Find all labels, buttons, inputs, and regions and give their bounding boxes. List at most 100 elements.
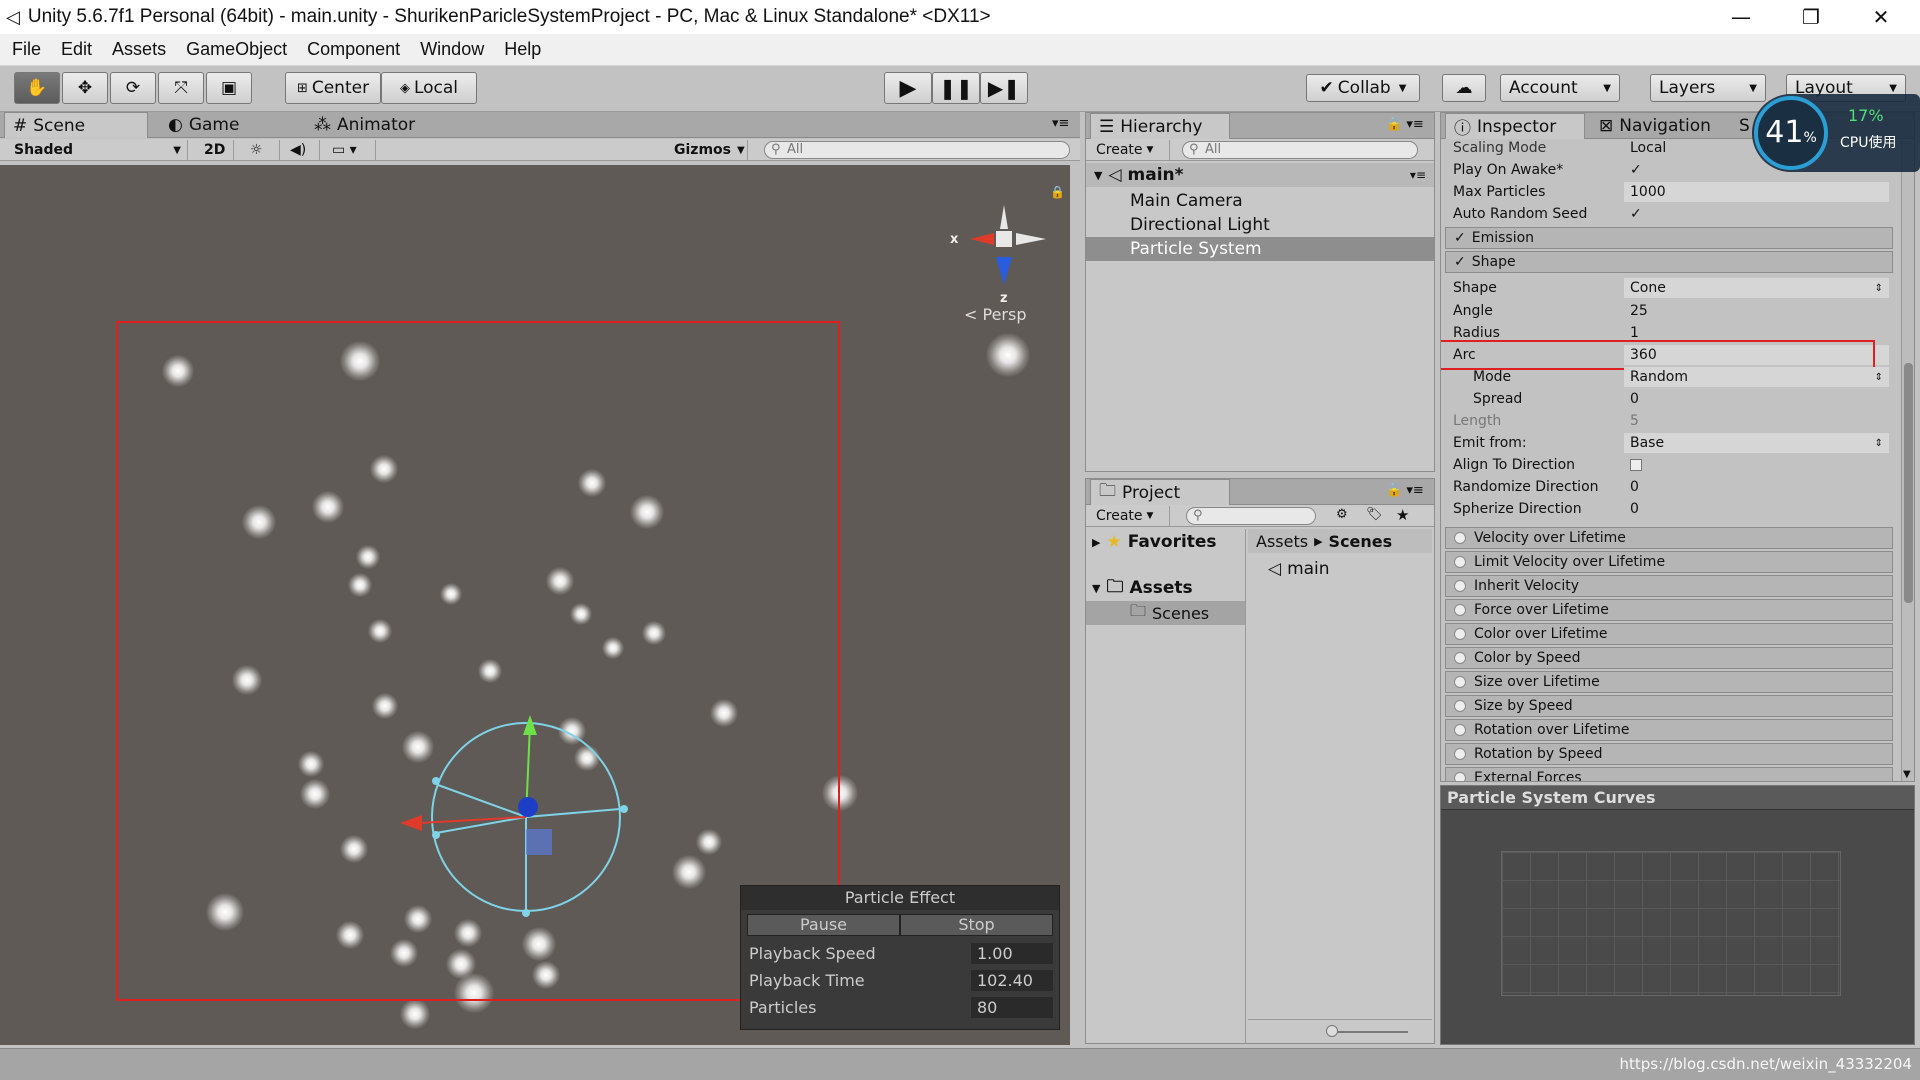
module-toggle-icon[interactable] [1454, 628, 1466, 640]
tab-inspector[interactable]: ⓘ Inspector [1445, 113, 1585, 139]
randomize-direction-field[interactable]: 0 [1624, 477, 1889, 497]
close-button[interactable]: ✕ [1852, 0, 1910, 34]
tab-animator[interactable]: ⁂ Animator [306, 112, 456, 138]
module-toggle-icon[interactable] [1454, 580, 1466, 592]
module-toggle-icon[interactable] [1454, 532, 1466, 544]
emit-from-dropdown[interactable]: Base ⇕ [1624, 433, 1889, 453]
module-size-over-lifetime[interactable]: Size over Lifetime [1445, 671, 1893, 693]
asset-main-scene[interactable]: ◁ main [1256, 557, 1330, 581]
tab-hierarchy[interactable]: ☰ Hierarchy [1090, 113, 1230, 139]
tab-project[interactable]: 🗀 Project [1090, 479, 1230, 505]
scroll-down-icon[interactable]: ▼ [1903, 769, 1911, 780]
hierarchy-create-dropdown[interactable]: Create ▼ [1090, 140, 1170, 160]
hierarchy-item-directional-light[interactable]: Directional Light [1086, 213, 1434, 237]
tab-game[interactable]: ◐ Game [160, 112, 270, 138]
lighting-icon[interactable]: ☼ [244, 140, 280, 160]
module-color-over-lifetime[interactable]: Color over Lifetime [1445, 623, 1893, 645]
module-rotation-over-lifetime[interactable]: Rotation over Lifetime [1445, 719, 1893, 741]
particle-stop-button[interactable]: Stop [900, 914, 1053, 936]
curves-graph[interactable] [1501, 851, 1841, 996]
module-toggle-icon[interactable] [1454, 724, 1466, 736]
spherize-direction-field[interactable]: 0 [1624, 499, 1889, 519]
effects-icon[interactable]: ▭ ▾ [326, 140, 376, 160]
hierarchy-item-particle-system[interactable]: Particle System [1086, 237, 1434, 261]
auto-random-seed-checkbox[interactable]: ✓ [1624, 204, 1889, 224]
module-toggle-icon[interactable] [1454, 652, 1466, 664]
shading-dropdown[interactable]: Shaded ▼ [8, 140, 188, 160]
shape-section[interactable]: ✓ Shape [1445, 251, 1893, 273]
spread-field[interactable]: 0 [1624, 389, 1889, 409]
module-toggle-icon[interactable] [1454, 556, 1466, 568]
hand-tool-icon[interactable]: ✋ [14, 72, 60, 104]
module-size-by-speed[interactable]: Size by Speed [1445, 695, 1893, 717]
playback-time-field[interactable]: 102.40 [971, 970, 1053, 991]
particle-pause-button[interactable]: Pause [747, 914, 900, 936]
menu-edit[interactable]: Edit [61, 39, 92, 60]
menu-component[interactable]: Component [307, 39, 400, 60]
menu-gameobject[interactable]: GameObject [186, 39, 287, 60]
menu-assets[interactable]: Assets [112, 39, 166, 60]
emission-section[interactable]: ✓ Emission [1445, 227, 1893, 249]
rect-tool-icon[interactable]: ▣ [206, 72, 252, 104]
module-toggle-icon[interactable] [1454, 748, 1466, 760]
space-local-button[interactable]: ◈ Local [381, 72, 477, 104]
layers-dropdown[interactable]: Layers ▼ [1650, 74, 1766, 102]
module-toggle-icon[interactable] [1454, 772, 1466, 781]
orientation-gizmo[interactable]: x z [950, 195, 1060, 305]
breadcrumb-scenes[interactable]: Scenes [1329, 532, 1393, 551]
persp-label[interactable]: < Persp [964, 305, 1027, 324]
module-external-forces[interactable]: External Forces [1445, 767, 1893, 781]
filter-label-icon[interactable]: 🏷 [1366, 507, 1383, 522]
module-color-by-speed[interactable]: Color by Speed [1445, 647, 1893, 669]
project-create-dropdown[interactable]: Create ▼ [1090, 506, 1170, 526]
hierarchy-item-main-camera[interactable]: Main Camera [1086, 189, 1434, 213]
account-dropdown[interactable]: Account ▼ [1500, 74, 1620, 102]
pause-button[interactable]: ❚❚ [932, 72, 980, 104]
mode-dropdown[interactable]: Random ⇕ [1624, 367, 1889, 387]
scale-tool-icon[interactable]: ⤧ [158, 72, 204, 104]
scene-search-input[interactable]: ⚲ All [764, 141, 1070, 159]
gizmos-dropdown[interactable]: Gizmos ▼ [668, 140, 748, 160]
menu-window[interactable]: Window [420, 39, 484, 60]
assets-folder-item[interactable]: ▼ 🗀 Assets [1086, 575, 1245, 601]
move-tool-icon[interactable]: ✥ [62, 72, 108, 104]
toggle-2d-button[interactable]: 2D [198, 140, 234, 160]
tab-scene[interactable]: # Scene [4, 112, 148, 138]
favorites-item[interactable]: ▶ ★ Favorites [1086, 529, 1245, 555]
scrollbar-thumb[interactable] [1904, 363, 1913, 603]
pivot-center-button[interactable]: ⊞ Center [285, 72, 381, 104]
zoom-slider[interactable] [1248, 1019, 1432, 1043]
cloud-button[interactable]: ☁ [1442, 74, 1486, 102]
module-force-over-lifetime[interactable]: Force over Lifetime [1445, 599, 1893, 621]
project-search-input[interactable]: ⚲ [1186, 507, 1316, 525]
playback-speed-field[interactable]: 1.00 [971, 943, 1053, 964]
scene-root-row[interactable]: ▼ ◁ main* ▾≡ [1086, 163, 1434, 187]
menu-file[interactable]: File [12, 39, 41, 60]
module-rotation-by-speed[interactable]: Rotation by Speed [1445, 743, 1893, 765]
hierarchy-search-input[interactable]: ⚲ All [1182, 141, 1418, 159]
play-button[interactable]: ▶ [884, 72, 932, 104]
rotate-tool-icon[interactable]: ⟳ [110, 72, 156, 104]
breadcrumb-assets[interactable]: Assets [1256, 532, 1308, 551]
max-particles-field[interactable]: 1000 [1624, 182, 1889, 202]
align-to-direction-checkbox[interactable] [1624, 455, 1889, 475]
inspector-scrollbar[interactable]: ▼ [1901, 141, 1914, 781]
step-button[interactable]: ▶❚ [980, 72, 1028, 104]
scenes-folder-item[interactable]: 🗀 Scenes [1086, 601, 1245, 625]
lock-icon[interactable]: 🔒 ▾≡ [1386, 117, 1424, 132]
lock-icon[interactable]: 🔒 [1050, 185, 1065, 199]
filter-type-icon[interactable]: ⚙ [1336, 507, 1348, 522]
module-velocity-over-lifetime[interactable]: Velocity over Lifetime [1445, 527, 1893, 549]
module-toggle-icon[interactable] [1454, 604, 1466, 616]
menu-help[interactable]: Help [504, 39, 541, 60]
collab-dropdown[interactable]: ✔ Collab ▼ [1306, 74, 1420, 102]
module-inherit-velocity[interactable]: Inherit Velocity [1445, 575, 1893, 597]
shape-dropdown[interactable]: Cone ⇕ [1624, 278, 1889, 298]
panel-menu-icon[interactable]: ▾≡ [1052, 116, 1069, 131]
minimize-button[interactable]: — [1712, 0, 1770, 34]
tab-navigation[interactable]: ⊠ Navigation [1591, 113, 1731, 139]
lock-icon[interactable]: 🔒 ▾≡ [1386, 483, 1424, 498]
module-toggle-icon[interactable] [1454, 700, 1466, 712]
module-limit-velocity[interactable]: Limit Velocity over Lifetime [1445, 551, 1893, 573]
maximize-button[interactable]: ❐ [1782, 0, 1840, 34]
